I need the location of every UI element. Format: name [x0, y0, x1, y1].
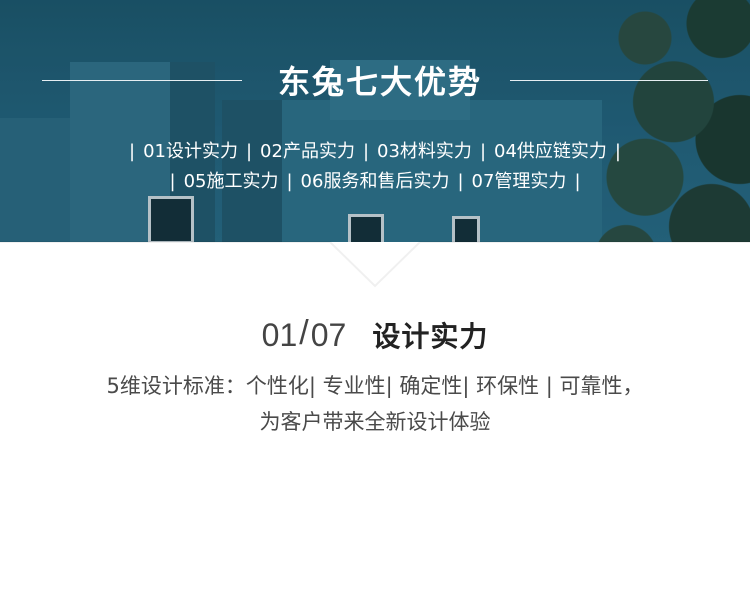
nav-separator: |	[362, 141, 370, 162]
panel-notch	[0, 241, 750, 292]
section-description-line-1: 5维设计标准：个性化| 专业性| 确定性| 环保性 | 可靠性，	[106, 374, 644, 398]
heading-divider-left	[42, 80, 242, 81]
nav-item-product[interactable]: 02产品实力	[260, 140, 355, 164]
nav-item-material[interactable]: 03材料实力	[377, 140, 472, 164]
page-heading: 东兔七大优势	[0, 58, 750, 106]
advantage-nav-row-2: | 05施工实力 | 06服务和售后实力 | 07管理实力 |	[0, 170, 750, 194]
nav-separator: |	[286, 171, 293, 192]
nav-separator: |	[245, 141, 253, 162]
nav-separator: |	[169, 171, 176, 192]
nav-separator: |	[128, 141, 136, 162]
nav-separator: |	[457, 171, 464, 192]
section-description-line-2: 为客户带来全新设计体验	[259, 410, 491, 434]
nav-item-supply-chain[interactable]: 04供应链实力	[494, 140, 607, 164]
nav-separator: |	[479, 141, 487, 162]
nav-separator: |	[574, 171, 581, 192]
nav-separator: |	[614, 141, 621, 162]
section-slash: /	[299, 314, 309, 352]
nav-item-management[interactable]: 07管理实力	[472, 170, 567, 194]
nav-item-construction[interactable]: 05施工实力	[184, 170, 279, 194]
nav-item-design[interactable]: 01设计实力	[143, 140, 238, 164]
section-total: 07	[310, 317, 347, 353]
section-index: 01	[261, 317, 298, 353]
page-title: 东兔七大优势	[277, 63, 482, 101]
heading-divider-right	[510, 80, 708, 81]
section-title: 设计实力	[372, 320, 489, 353]
advantage-nav-row-1: | 01设计实力 | 02产品实力 | 03材料实力 | 04供应链实力 |	[0, 140, 750, 164]
nav-item-service[interactable]: 06服务和售后实力	[301, 170, 450, 194]
section-heading: 01/07 设计实力	[0, 314, 750, 365]
